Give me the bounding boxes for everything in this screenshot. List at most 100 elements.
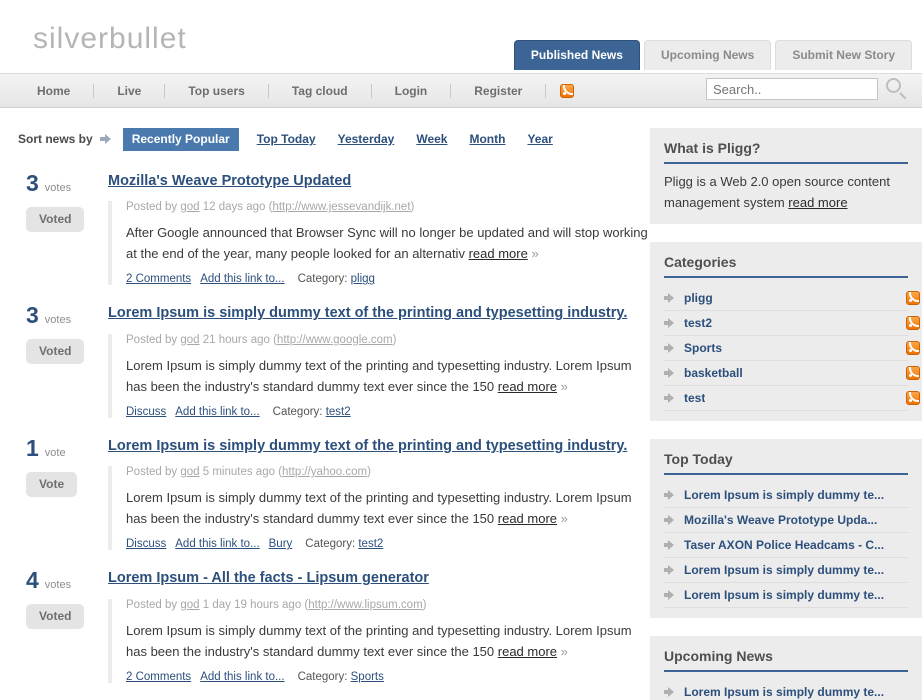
- top-tab-upcoming-news[interactable]: Upcoming News: [643, 40, 772, 70]
- story-read-more-link[interactable]: read more: [469, 246, 528, 261]
- story-link-add-this-link-to[interactable]: Add this link to...: [200, 273, 284, 285]
- sidebar-about-text: Pligg is a Web 2.0 open source content m…: [664, 172, 908, 214]
- story-inner: Posted by god 12 days ago (http://www.je…: [108, 201, 650, 286]
- nav-item-live[interactable]: Live: [94, 84, 164, 98]
- story-chevron: »: [531, 246, 539, 262]
- vote-count: 4: [26, 567, 39, 594]
- sort-option-month[interactable]: Month: [469, 132, 505, 146]
- sidebar-top-today-box: Top Today Lorem Ipsum is simply dummy te…: [650, 438, 922, 618]
- posted-by-label: Posted by: [126, 598, 178, 611]
- rss-icon[interactable]: [906, 290, 920, 305]
- top-today-row: Taser AXON Police Headcams - C...: [664, 533, 908, 558]
- search-handle: [899, 92, 907, 100]
- category-link[interactable]: pligg: [684, 291, 713, 305]
- story-author-link[interactable]: god: [180, 599, 199, 611]
- rss-icon[interactable]: [906, 390, 920, 405]
- story-link-discuss[interactable]: Discuss: [126, 406, 166, 418]
- top-today-link[interactable]: Taser AXON Police Headcams - C...: [684, 538, 884, 552]
- vote-button[interactable]: Voted: [26, 339, 85, 365]
- sort-bar: Sort news by Recently Popular Top Today Ye…: [18, 128, 650, 151]
- vote-button[interactable]: Voted: [26, 604, 85, 630]
- top-today-link[interactable]: Lorem Ipsum is simply dummy te...: [684, 563, 884, 577]
- rss-icon[interactable]: [906, 340, 920, 355]
- story-title-link[interactable]: Lorem Ipsum - All the facts - Lipsum gen…: [108, 570, 429, 587]
- sidebar-about-read-more[interactable]: read more: [788, 195, 847, 210]
- sidebar-upcoming-news-title: Upcoming News: [664, 648, 908, 672]
- top-today-link[interactable]: Lorem Ipsum is simply dummy te...: [684, 588, 884, 602]
- rss-icon[interactable]: [560, 83, 575, 98]
- category-link[interactable]: Sports: [351, 671, 384, 683]
- story-author-link[interactable]: god: [180, 334, 199, 346]
- category-row: basketball: [664, 361, 920, 386]
- story-link-add-this-link-to[interactable]: Add this link to...: [200, 671, 284, 683]
- rss-icon[interactable]: [906, 315, 920, 330]
- story-item: 3 votes Voted Lorem Ipsum is simply dummy t…: [18, 304, 650, 418]
- vote-button[interactable]: Voted: [26, 207, 85, 232]
- top-today-link[interactable]: Mozilla's Weave Prototype Upda...: [684, 513, 877, 527]
- story-body: Lorem Ipsum is simply dummy text of the …: [108, 304, 650, 418]
- story-author-link[interactable]: god: [180, 201, 199, 213]
- story-excerpt: After Google announced that Browser Sync…: [126, 222, 650, 264]
- vote-count-row: 4 votes: [26, 569, 108, 592]
- story-link-2-comments[interactable]: 2 Comments: [126, 671, 191, 683]
- story-title-link[interactable]: Mozilla's Weave Prototype Updated: [108, 173, 351, 190]
- nav-item-login[interactable]: Login: [372, 84, 451, 98]
- nav-item-tag-cloud[interactable]: Tag cloud: [269, 84, 371, 98]
- story-time: 1 day 19 hours ago: [202, 598, 302, 611]
- story-author-link[interactable]: god: [180, 466, 199, 478]
- story-excerpt-text: After Google announced that Browser Sync…: [126, 225, 648, 262]
- search-icon[interactable]: [884, 76, 910, 102]
- category-label: Category:: [272, 405, 323, 418]
- category-label: Category:: [297, 273, 348, 286]
- sort-option-year[interactable]: Year: [527, 132, 552, 146]
- category-link[interactable]: test2: [684, 316, 712, 330]
- story-link-bury[interactable]: Bury: [269, 538, 293, 550]
- story-read-more-link[interactable]: read more: [498, 644, 557, 659]
- nav-item-register[interactable]: Register: [451, 84, 545, 98]
- story-body: Lorem Ipsum - All the facts - Lipsum gen…: [108, 569, 650, 683]
- sort-option-recently-popular[interactable]: Recently Popular: [122, 128, 239, 151]
- arrow-right-icon: [664, 317, 675, 328]
- story-actions: Discuss Add this link to... Category: test…: [126, 406, 650, 418]
- sort-option-yesterday[interactable]: Yesterday: [338, 132, 395, 146]
- upcoming-news-link[interactable]: Lorem Ipsum is simply dummy te...: [684, 685, 884, 699]
- vote-button[interactable]: Vote: [26, 471, 78, 497]
- category-row: test2: [664, 311, 920, 336]
- story-read-more-link[interactable]: read more: [498, 511, 557, 526]
- story-link-add-this-link-to[interactable]: Add this link to...: [175, 406, 259, 418]
- category-row: test: [664, 386, 920, 411]
- story-title-link[interactable]: Lorem Ipsum is simply dummy text of the …: [108, 438, 627, 455]
- story-link-discuss[interactable]: Discuss: [126, 538, 166, 550]
- story-link-2-comments[interactable]: 2 Comments: [126, 273, 191, 285]
- story-source-url[interactable]: http://www.jessevandijk.net: [272, 201, 410, 213]
- story-source-url[interactable]: http://yahoo.com: [282, 466, 367, 478]
- sidebar-about-title: What is Pligg?: [664, 140, 908, 164]
- upcoming-news-row: Lorem Ipsum is simply dummy te...: [664, 680, 908, 700]
- category-link[interactable]: basketball: [684, 366, 743, 380]
- nav-item-top-users[interactable]: Top users: [165, 84, 267, 98]
- upcoming-news-list: Lorem Ipsum is simply dummy te...Taser A…: [664, 680, 908, 700]
- story-title-link[interactable]: Lorem Ipsum is simply dummy text of the …: [108, 305, 627, 322]
- sidebar: What is Pligg? Pligg is a Web 2.0 open s…: [650, 108, 922, 700]
- top-tab-published-news[interactable]: Published News: [513, 40, 640, 70]
- category-link[interactable]: test2: [326, 406, 351, 418]
- search-glass: [886, 78, 901, 93]
- category-link[interactable]: test: [684, 391, 705, 405]
- sort-option-top-today[interactable]: Top Today: [257, 132, 316, 146]
- search-input[interactable]: [706, 78, 878, 100]
- story-source-url[interactable]: http://www.lipsum.com: [308, 599, 422, 611]
- sort-option-week[interactable]: Week: [416, 132, 447, 146]
- story-source-url[interactable]: http://www.google.com: [277, 334, 393, 346]
- top-today-link[interactable]: Lorem Ipsum is simply dummy te...: [684, 488, 884, 502]
- story-link-add-this-link-to[interactable]: Add this link to...: [175, 538, 259, 550]
- category-link[interactable]: pligg: [351, 273, 375, 285]
- rss-icon[interactable]: [906, 365, 920, 380]
- category-link[interactable]: Sports: [684, 341, 722, 355]
- story-excerpt: Lorem Ipsum is simply dummy text of the …: [126, 355, 650, 397]
- top-tab-submit-new-story[interactable]: Submit New Story: [775, 40, 912, 70]
- arrow-right-icon: [664, 564, 675, 575]
- nav-item-home[interactable]: Home: [14, 84, 93, 98]
- top-today-row: Lorem Ipsum is simply dummy te...: [664, 558, 908, 583]
- category-link[interactable]: test2: [358, 538, 383, 550]
- story-read-more-link[interactable]: read more: [498, 379, 557, 394]
